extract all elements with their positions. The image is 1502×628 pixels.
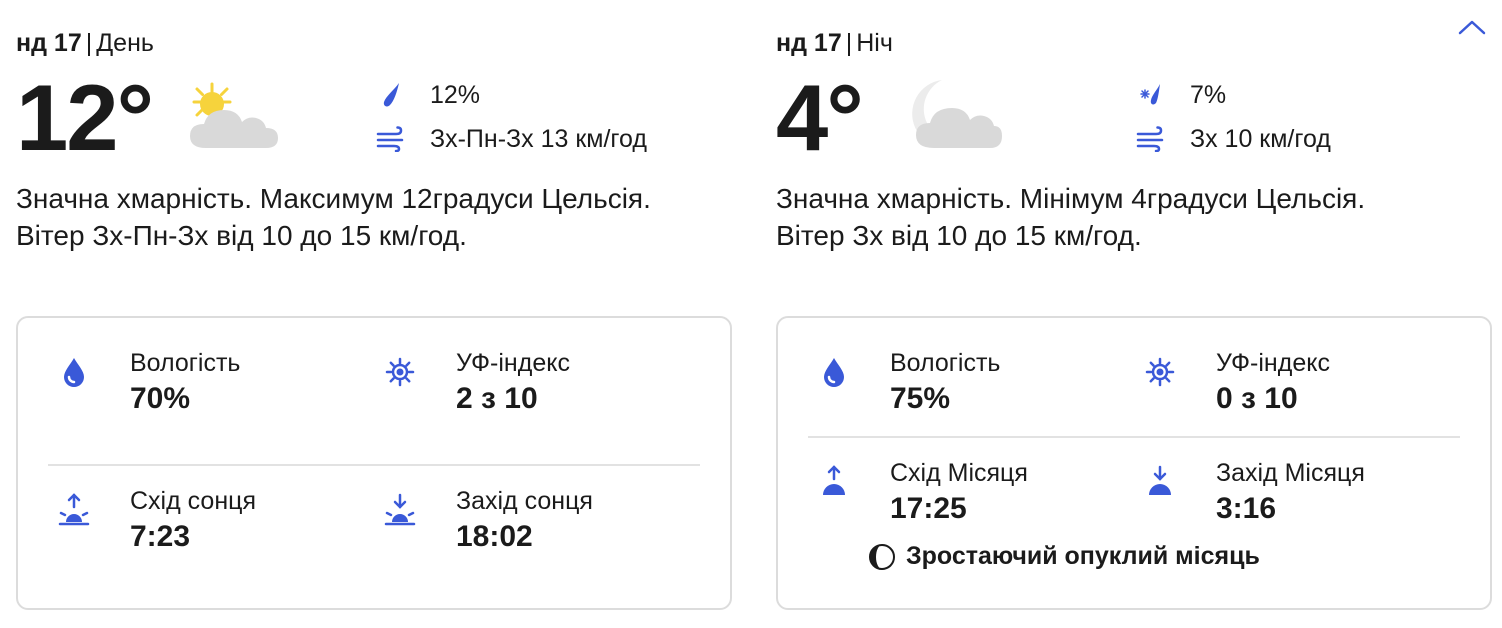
day-precip-value: 12% xyxy=(430,80,481,109)
wind-icon xyxy=(376,124,406,154)
separator: | xyxy=(85,29,93,57)
humidity-value: 70% xyxy=(130,382,191,415)
partly-cloudy-sun-icon xyxy=(184,78,284,158)
moon-phase-label: Зростаючий опуклий місяць xyxy=(906,542,1260,570)
night-precip-value: 7% xyxy=(1190,80,1227,109)
water-drop-icon xyxy=(814,352,854,392)
moonrise-label: Схід Місяця xyxy=(890,459,1028,487)
night-date: нд 17 xyxy=(776,29,842,57)
wind-icon xyxy=(1136,124,1166,154)
uv-label: УФ-індекс xyxy=(1216,349,1330,377)
day-details-card: Вологість 70% УФ-індекс 2 з 10 Схід сонц… xyxy=(16,316,732,610)
humidity-cell: Вологість 70% xyxy=(54,348,354,428)
chevron-up-icon xyxy=(1458,20,1486,35)
sunrise-cell: Схід сонця 7:23 xyxy=(54,486,354,566)
sunset-value: 18:02 xyxy=(456,520,533,553)
waxing-gibbous-moon-icon xyxy=(868,543,896,571)
humidity-cell: Вологість 75% xyxy=(814,348,1114,428)
moonrise-value: 17:25 xyxy=(890,492,967,525)
sunrise-icon xyxy=(54,490,94,530)
humidity-value: 75% xyxy=(890,382,951,415)
sunrise-value: 7:23 xyxy=(130,520,191,553)
uv-cell: УФ-індекс 2 з 10 xyxy=(380,348,680,428)
moonrise-icon xyxy=(814,462,854,502)
sun-uv-icon xyxy=(1140,352,1180,392)
sunset-cell: Захід сонця 18:02 xyxy=(380,486,680,566)
day-wind: Зх-Пн-Зх 13 км/год xyxy=(376,122,647,156)
moonset-icon xyxy=(1140,462,1180,502)
night-wind: Зх 10 км/год xyxy=(1136,122,1331,156)
day-date: нд 17 xyxy=(16,29,82,57)
separator: | xyxy=(845,29,853,57)
day-description: Значна хмарність. Максимум 12градуси Цел… xyxy=(16,183,651,251)
uv-label: УФ-індекс xyxy=(456,349,570,377)
night-wind-value: Зх 10 км/год xyxy=(1190,124,1331,153)
night-description: Значна хмарність. Мінімум 4градуси Цельс… xyxy=(776,183,1366,251)
water-drop-icon xyxy=(54,352,94,392)
moonset-label: Захід Місяця xyxy=(1216,459,1365,487)
humidity-label: Вологість xyxy=(890,349,1001,377)
night-details-card: Вологість 75% УФ-індекс 0 з 10 Схід Міся… xyxy=(776,316,1492,610)
divider xyxy=(808,436,1460,438)
rain-snow-icon xyxy=(1136,80,1166,110)
night-period: Ніч xyxy=(856,29,893,57)
moonset-value: 3:16 xyxy=(1216,492,1277,525)
day-period: День xyxy=(96,29,154,57)
uv-value: 2 з 10 xyxy=(456,382,538,415)
day-temperature: 12° xyxy=(16,65,154,170)
night-precipitation: 7% xyxy=(1136,78,1226,112)
partly-cloudy-moon-icon xyxy=(904,78,1004,158)
raindrop-icon xyxy=(376,80,406,110)
sun-uv-icon xyxy=(380,352,420,392)
divider xyxy=(48,464,700,466)
night-temperature: 4° xyxy=(776,65,864,170)
sunset-label: Захід сонця xyxy=(456,487,593,515)
day-wind-value: Зх-Пн-Зх 13 км/год xyxy=(430,124,647,153)
moon-phase: Зростаючий опуклий місяць xyxy=(868,542,1260,571)
day-date-heading: нд 17 | День xyxy=(16,28,154,58)
night-date-heading: нд 17 | Ніч xyxy=(776,28,893,58)
sunrise-label: Схід сонця xyxy=(130,487,256,515)
sunset-icon xyxy=(380,490,420,530)
moonset-cell: Захід Місяця 3:16 xyxy=(1140,458,1440,538)
uv-cell: УФ-індекс 0 з 10 xyxy=(1140,348,1440,428)
night-forecast-column: нд 17 | Ніч 4° 7% Зх 10 км/год Значна хмар… xyxy=(776,0,1492,628)
day-precipitation: 12% xyxy=(376,78,480,112)
moonrise-cell: Схід Місяця 17:25 xyxy=(814,458,1114,538)
day-forecast-column: нд 17 | День 12° 12% Зх-Пн-Зх 13 км/год … xyxy=(16,0,732,628)
uv-value: 0 з 10 xyxy=(1216,382,1298,415)
humidity-label: Вологість xyxy=(130,349,241,377)
collapse-button[interactable] xyxy=(1452,10,1492,44)
